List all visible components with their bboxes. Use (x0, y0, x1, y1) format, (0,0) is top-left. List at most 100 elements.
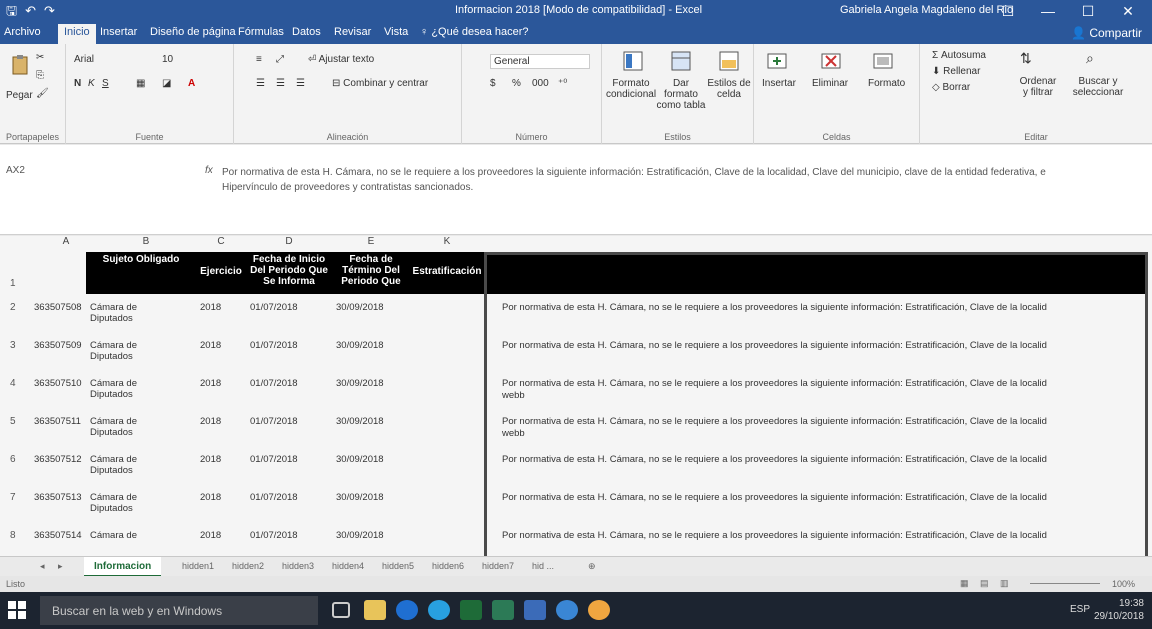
close-button[interactable]: ✕ (1108, 0, 1148, 22)
tab-diseno[interactable]: Diseño de página (150, 26, 236, 38)
word-icon[interactable] (524, 600, 546, 620)
cell-fecha-inicio[interactable]: 01/07/2018 (250, 530, 330, 541)
sheet-tab[interactable]: hidden1 (182, 561, 214, 571)
sheet-nav-prev-icon[interactable]: ◂ (40, 561, 45, 572)
tab-revisar[interactable]: Revisar (334, 26, 371, 38)
ribbon-display-icon[interactable]: ☐ (988, 0, 1028, 22)
page-break-icon[interactable]: ▥ (1000, 578, 1009, 589)
autosum-button[interactable]: Σ Autosuma (932, 50, 986, 61)
delete-cells-icon[interactable] (820, 50, 842, 72)
sheet-tab[interactable]: hidden3 (282, 561, 314, 571)
cut-icon[interactable]: ✂ (36, 52, 44, 63)
cell-fecha-inicio[interactable]: 01/07/2018 (250, 302, 330, 313)
tab-inicio[interactable]: Inicio (58, 24, 96, 44)
formula-input[interactable]: Por normativa de esta H. Cámara, no se l… (222, 165, 1102, 195)
cell-ejercicio[interactable]: 2018 (200, 416, 240, 427)
column-header-b[interactable]: B (96, 236, 196, 252)
borders-icon[interactable]: ▦ (136, 78, 145, 89)
cell-fecha-inicio[interactable]: 01/07/2018 (250, 492, 330, 503)
firefox-icon[interactable] (588, 600, 610, 620)
font-name-box[interactable]: Arial (74, 54, 94, 65)
column-header-e[interactable]: E (332, 236, 410, 252)
header-fecha-termino[interactable]: Fecha de Término Del Periodo Que (332, 252, 410, 294)
add-sheet-icon[interactable]: ⊕ (588, 561, 596, 572)
align-left-icon[interactable]: ☰ (256, 78, 265, 89)
sheet-tab[interactable]: hidden4 (332, 561, 364, 571)
page-layout-icon[interactable]: ▤ (980, 578, 989, 589)
tell-me-box[interactable]: ♀ ¿Qué desea hacer? (420, 26, 529, 38)
redo-icon[interactable]: ↷ (44, 3, 55, 19)
insert-cells-icon[interactable] (766, 50, 788, 72)
column-header-k[interactable]: K (410, 236, 484, 252)
decimal-increase-icon[interactable]: ⁺⁰ (558, 78, 567, 89)
font-size-box[interactable]: 10 (162, 54, 173, 65)
file-explorer-icon[interactable] (364, 600, 386, 620)
header-fecha-inicio[interactable]: Fecha de Inicio Del Periodo Que Se Infor… (246, 252, 332, 294)
sheet-tab[interactable]: hidden7 (482, 561, 514, 571)
align-top-icon[interactable]: ≡ (256, 54, 262, 65)
format-table-button[interactable]: Dar formato como tabla (656, 78, 706, 111)
task-view-icon[interactable] (332, 602, 350, 618)
cell-id[interactable]: 363507509 (34, 340, 90, 351)
cell-sujeto[interactable]: Cámara de Diputados (90, 340, 160, 362)
column-header-a[interactable]: A (46, 236, 86, 252)
cell-sujeto[interactable]: Cámara de Diputados (90, 302, 160, 324)
cell-fecha-termino[interactable]: 30/09/2018 (336, 530, 412, 541)
tab-archivo[interactable]: Archivo (4, 26, 41, 38)
name-box[interactable]: AX2 (6, 165, 66, 176)
share-button[interactable]: 👤 Compartir (1071, 26, 1142, 40)
excel-taskbar-icon[interactable] (460, 600, 482, 620)
clear-button[interactable]: ◇ Borrar (932, 82, 970, 93)
cell-id[interactable]: 363507513 (34, 492, 90, 503)
wrap-text-button[interactable]: ⏎ Ajustar texto (308, 54, 374, 65)
skype-icon[interactable] (428, 600, 450, 620)
delete-button[interactable]: Eliminar (812, 78, 848, 89)
cell-sujeto[interactable]: Cámara de Diputados (90, 416, 160, 438)
italic-button[interactable]: K (88, 78, 95, 89)
sheet-tab-active[interactable]: Informacion (84, 557, 162, 577)
align-center-icon[interactable]: ☰ (276, 78, 285, 89)
tab-vista[interactable]: Vista (384, 26, 408, 38)
insert-button[interactable]: Insertar (762, 78, 796, 89)
cell-fecha-inicio[interactable]: 01/07/2018 (250, 454, 330, 465)
clock[interactable]: 19:38 29/10/2018 (1094, 597, 1144, 623)
format-button[interactable]: Formato (868, 78, 905, 89)
copy-icon[interactable]: ⎘ (36, 70, 44, 81)
minimize-button[interactable]: — (1028, 0, 1068, 22)
maximize-button[interactable]: ☐ (1068, 0, 1108, 22)
cell-fecha-inicio[interactable]: 01/07/2018 (250, 340, 330, 351)
cell-ejercicio[interactable]: 2018 (200, 492, 240, 503)
underline-button[interactable]: S (102, 78, 109, 89)
format-cells-icon[interactable] (872, 50, 894, 72)
app-icon[interactable] (492, 600, 514, 620)
cell-styles-icon[interactable] (718, 50, 740, 72)
tab-formulas[interactable]: Fórmulas (238, 26, 284, 38)
cell-fecha-termino[interactable]: 30/09/2018 (336, 454, 412, 465)
number-format-select[interactable]: General (490, 54, 590, 69)
header-ejercicio[interactable]: Ejercicio (196, 252, 246, 294)
cell-fecha-termino[interactable]: 30/09/2018 (336, 378, 412, 389)
search-icon[interactable]: ⌕ (1086, 50, 1094, 67)
cell-ejercicio[interactable]: 2018 (200, 302, 240, 313)
sheet-tab[interactable]: hid ... (532, 561, 554, 571)
percent-icon[interactable]: % (512, 78, 521, 89)
conditional-format-icon[interactable] (622, 50, 644, 72)
tab-insertar[interactable]: Insertar (100, 26, 137, 38)
windows-start-icon[interactable] (8, 601, 26, 619)
cell-ejercicio[interactable]: 2018 (200, 454, 240, 465)
sort-filter-button[interactable]: Ordenar y filtrar (1016, 76, 1060, 98)
sheet-tab[interactable]: hidden6 (432, 561, 464, 571)
save-icon[interactable]: 🖫 (6, 3, 17, 19)
cell-sujeto[interactable]: Cámara de (90, 530, 160, 541)
align-right-icon[interactable]: ☰ (296, 78, 305, 89)
font-color-icon[interactable]: A (188, 78, 195, 89)
find-select-button[interactable]: Buscar y seleccionar (1070, 76, 1126, 98)
sort-filter-icon[interactable]: ⇅ (1020, 50, 1032, 67)
cell-sujeto[interactable]: Cámara de Diputados (90, 378, 160, 400)
format-painter-icon[interactable]: 🖌 (36, 88, 49, 99)
orientation-icon[interactable]: ⤢ (276, 54, 284, 65)
header-estratificacion[interactable]: Estratificación (410, 252, 484, 294)
cell-ejercicio[interactable]: 2018 (200, 530, 240, 541)
paste-button[interactable]: Pegar (6, 90, 33, 101)
fx-icon[interactable]: fx (205, 165, 213, 176)
